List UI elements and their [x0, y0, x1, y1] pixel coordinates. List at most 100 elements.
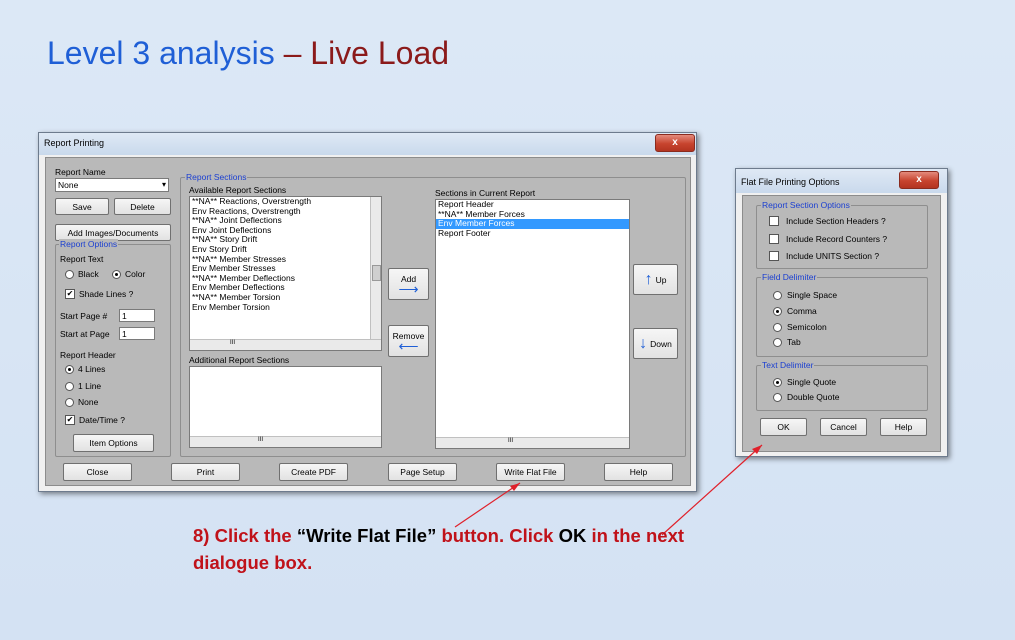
- report-name-value: None: [58, 180, 79, 190]
- report-printing-window: Report Printing x Report Name None ▾ Sav…: [38, 132, 697, 492]
- report-printing-title: Report Printing: [44, 138, 105, 148]
- chevron-down-icon: ▾: [161, 180, 166, 189]
- report-options-title: Report Options: [59, 239, 119, 249]
- semicolon-radio[interactable]: [773, 323, 782, 332]
- available-sections-label: Available Report Sections: [189, 185, 287, 195]
- report-text-label: Report Text: [60, 254, 104, 264]
- start-at-page-field[interactable]: 1: [119, 327, 155, 340]
- double-quote-label: Double Quote: [787, 392, 840, 402]
- include-units-checkbox[interactable]: [769, 251, 779, 261]
- close-button[interactable]: Close: [63, 463, 132, 481]
- delete-button[interactable]: Delete: [114, 198, 171, 215]
- single-space-label: Single Space: [787, 290, 838, 300]
- single-quote-radio[interactable]: [773, 378, 782, 387]
- create-pdf-button[interactable]: Create PDF: [279, 463, 348, 481]
- close-icon[interactable]: x: [655, 134, 695, 152]
- list-item[interactable]: Report Footer: [436, 228, 629, 239]
- start-page-field[interactable]: 1: [119, 309, 155, 322]
- up-button[interactable]: ↑ Up: [633, 264, 678, 295]
- caption-button-name: Write Flat File: [306, 525, 428, 546]
- arrow-down-icon: ↓: [639, 334, 648, 352]
- current-horizontal-scrollbar[interactable]: III: [436, 437, 629, 448]
- include-units-label: Include UNITS Section ?: [786, 251, 880, 261]
- page-setup-button[interactable]: Page Setup: [388, 463, 457, 481]
- current-sections-label: Sections in Current Report: [435, 188, 536, 198]
- comma-label: Comma: [787, 306, 817, 316]
- flat-file-close-icon[interactable]: x: [899, 171, 939, 189]
- current-sections-list[interactable]: Report Header **NA** Member Forces Env Mem…: [435, 199, 630, 449]
- slide-title: Level 3 analysis – Live Load: [47, 35, 449, 72]
- tab-label: Tab: [787, 337, 801, 347]
- shade-lines-checkbox[interactable]: ✔: [65, 289, 75, 299]
- scroll-thumb[interactable]: [372, 265, 381, 281]
- text-delimiter-group: [756, 365, 928, 411]
- caption-step: 8) Click the: [193, 525, 297, 546]
- scroll-grip-3: III: [508, 438, 514, 444]
- field-delimiter-title: Field Delimiter: [761, 272, 818, 282]
- available-horizontal-scrollbar[interactable]: III: [190, 339, 381, 350]
- additional-sections-list[interactable]: III: [189, 366, 382, 448]
- field-delimiter-group: [756, 277, 928, 357]
- caption-quote-open: “: [296, 525, 307, 546]
- additional-horizontal-scrollbar[interactable]: III: [190, 436, 381, 447]
- flat-file-body: Report Section Options Include Section H…: [742, 195, 941, 452]
- cancel-button[interactable]: Cancel: [820, 418, 867, 436]
- start-page-label: Start Page #: [60, 311, 108, 321]
- semicolon-label: Semicolon: [787, 322, 827, 332]
- include-counters-checkbox[interactable]: [769, 234, 779, 244]
- lines4-radio[interactable]: [65, 365, 74, 374]
- section-options-title: Report Section Options: [761, 200, 851, 210]
- caption-quote-close: ”: [427, 525, 437, 546]
- remove-button[interactable]: Remove ⟵: [388, 325, 429, 357]
- color-radio[interactable]: [112, 270, 121, 279]
- datetime-checkbox[interactable]: ✔: [65, 415, 75, 425]
- black-label: Black: [78, 269, 99, 279]
- lines4-label: 4 Lines: [78, 364, 106, 374]
- report-sections-title: Report Sections: [185, 172, 248, 182]
- available-vertical-scrollbar[interactable]: [370, 197, 381, 339]
- line1-radio[interactable]: [65, 382, 74, 391]
- item-options-button[interactable]: Item Options: [73, 434, 154, 452]
- include-headers-checkbox[interactable]: [769, 216, 779, 226]
- caption-mid: button. Click: [436, 525, 559, 546]
- text-delimiter-title: Text Delimiter: [761, 360, 815, 370]
- instruction-caption: 8) Click the “Write Flat File” button. C…: [193, 522, 833, 576]
- available-sections-list[interactable]: **NA** Reactions, Overstrength Env Reacti…: [189, 196, 382, 351]
- arrow-right-icon: ⟶: [398, 281, 419, 297]
- single-quote-label: Single Quote: [787, 377, 837, 387]
- tab-radio[interactable]: [773, 338, 782, 347]
- title-part1: Level 3 analysis: [47, 35, 275, 71]
- caption-end: in the next: [586, 525, 685, 546]
- none-radio[interactable]: [65, 398, 74, 407]
- report-printing-titlebar: [39, 133, 696, 155]
- comma-radio[interactable]: [773, 307, 782, 316]
- write-flat-file-button[interactable]: Write Flat File: [496, 463, 565, 481]
- report-printing-body: Report Name None ▾ Save Delete Add Image…: [45, 157, 691, 486]
- include-headers-label: Include Section Headers ?: [786, 216, 886, 226]
- save-button[interactable]: Save: [55, 198, 109, 215]
- line1-label: 1 Line: [78, 381, 102, 391]
- double-quote-radio[interactable]: [773, 393, 782, 402]
- arrow-left-icon: ⟵: [398, 338, 419, 354]
- print-button[interactable]: Print: [171, 463, 240, 481]
- report-header-label: Report Header: [60, 350, 116, 360]
- down-button[interactable]: ↓ Down: [633, 328, 678, 359]
- arrow-up-icon: ↑: [644, 270, 653, 288]
- list-item[interactable]: Env Member Torsion: [190, 302, 381, 313]
- title-dash: –: [274, 35, 311, 71]
- flat-file-help-button[interactable]: Help: [880, 418, 927, 436]
- include-counters-label: Include Record Counters ?: [786, 234, 888, 244]
- ok-button[interactable]: OK: [760, 418, 807, 436]
- down-label: Down: [650, 338, 672, 349]
- up-label: Up: [655, 274, 667, 285]
- black-radio[interactable]: [65, 270, 74, 279]
- report-name-label: Report Name: [55, 167, 106, 177]
- scroll-grip-2: III: [258, 437, 264, 443]
- caption-line2: dialogue box.: [193, 552, 313, 573]
- single-space-radio[interactable]: [773, 291, 782, 300]
- add-button[interactable]: Add ⟶: [388, 268, 429, 300]
- help-button[interactable]: Help: [604, 463, 673, 481]
- report-name-dropdown[interactable]: None ▾: [55, 178, 169, 192]
- start-at-page-label: Start at Page: [60, 329, 110, 339]
- shade-lines-label: Shade Lines ?: [79, 289, 134, 299]
